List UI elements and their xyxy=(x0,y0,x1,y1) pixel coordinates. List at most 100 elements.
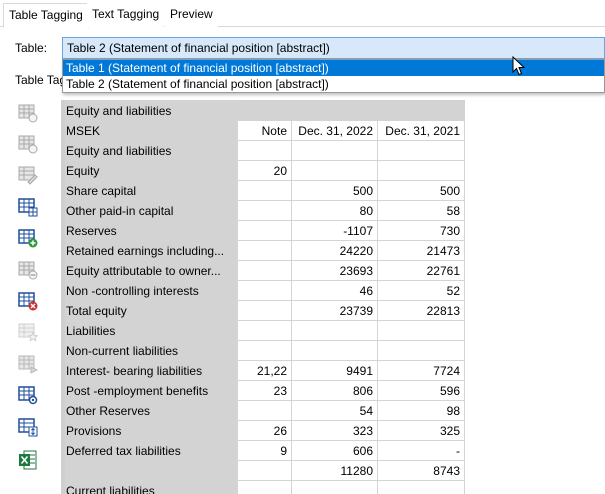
table-cell[interactable]: 54 xyxy=(291,400,378,421)
table-cell[interactable] xyxy=(237,340,292,361)
table-cell[interactable] xyxy=(237,240,292,261)
table-delete-icon xyxy=(18,292,38,311)
table-cell[interactable] xyxy=(237,300,292,321)
table-cell[interactable] xyxy=(377,320,465,341)
table-insert-button[interactable] xyxy=(14,100,42,126)
table-cell[interactable]: 9491 xyxy=(291,360,378,381)
row-label-cell[interactable]: Equity and liabilities xyxy=(61,100,238,121)
table-cell[interactable] xyxy=(377,340,465,361)
table-add-icon xyxy=(18,229,38,248)
table-cell[interactable]: 21,22 xyxy=(237,360,292,381)
table-cell[interactable]: 23739 xyxy=(291,300,378,321)
table-cell[interactable]: Dec. 31, 2022 xyxy=(291,120,378,141)
table-cell[interactable] xyxy=(237,280,292,301)
table-cell[interactable] xyxy=(377,140,465,161)
table-edit-button[interactable] xyxy=(14,162,42,188)
table-cell[interactable] xyxy=(237,480,292,494)
table-add-button[interactable] xyxy=(14,225,42,251)
row-label-cell[interactable]: Deferred tax liabilities xyxy=(61,440,238,461)
table-cell[interactable]: 11280 xyxy=(291,460,378,481)
table-cell[interactable]: 500 xyxy=(377,180,465,201)
table-cell[interactable]: 46 xyxy=(291,280,378,301)
row-label-cell[interactable]: Equity and liabilities xyxy=(61,140,238,161)
table-cell[interactable]: 24220 xyxy=(291,240,378,261)
table-cell[interactable]: 596 xyxy=(377,380,465,401)
row-label-cell[interactable]: Post -employment benefits xyxy=(61,380,238,401)
table-cell[interactable]: 21473 xyxy=(377,240,465,261)
table-cell[interactable] xyxy=(291,160,378,181)
table-cell[interactable] xyxy=(291,100,378,121)
row-label-cell[interactable]: Non -controlling interests xyxy=(61,280,238,301)
table-gear-button[interactable] xyxy=(14,382,42,408)
table-cell[interactable]: 98 xyxy=(377,400,465,421)
export-excel-button[interactable] xyxy=(14,447,42,473)
row-label-cell[interactable]: Other paid-in capital xyxy=(61,200,238,221)
table-cell[interactable] xyxy=(377,100,465,121)
table-cell[interactable]: 730 xyxy=(377,220,465,241)
table-cell[interactable] xyxy=(237,180,292,201)
table-cell[interactable]: 22761 xyxy=(377,260,465,281)
table-cell[interactable] xyxy=(291,480,378,494)
table-settings-button[interactable] xyxy=(14,131,42,157)
table-row: Equity 20 xyxy=(61,160,465,181)
table-sort-button[interactable] xyxy=(14,414,42,440)
table-cell[interactable]: 7724 xyxy=(377,360,465,381)
table-cell[interactable]: 9 xyxy=(237,440,292,461)
table-cell[interactable]: 323 xyxy=(291,420,378,441)
row-label-cell[interactable]: Equity attributable to owner... xyxy=(61,260,238,281)
table-cell[interactable] xyxy=(377,480,465,494)
table-grid-button[interactable] xyxy=(14,194,42,220)
table-cell[interactable]: 325 xyxy=(377,420,465,441)
table-edit-icon xyxy=(18,166,38,185)
row-label-cell[interactable]: Interest- bearing liabilities xyxy=(61,360,238,381)
row-label-cell[interactable]: Total equity xyxy=(61,300,238,321)
table-cell[interactable]: 58 xyxy=(377,200,465,221)
table-cell[interactable]: 806 xyxy=(291,380,378,401)
table-cell[interactable] xyxy=(291,140,378,161)
row-label-cell[interactable]: Liabilities xyxy=(61,320,238,341)
table-cell[interactable] xyxy=(237,320,292,341)
table-cell[interactable]: 26 xyxy=(237,420,292,441)
table-cell[interactable]: - xyxy=(377,440,465,461)
row-label-cell[interactable]: Share capital xyxy=(61,180,238,201)
row-label-cell[interactable]: Retained earnings including... xyxy=(61,240,238,261)
table-cell[interactable]: Dec. 31, 2021 xyxy=(377,120,465,141)
table-cell[interactable] xyxy=(237,100,292,121)
row-label-cell[interactable]: Provisions xyxy=(61,420,238,441)
table-cell[interactable] xyxy=(291,320,378,341)
table-cell[interactable]: 80 xyxy=(291,200,378,221)
table-cell[interactable] xyxy=(237,220,292,241)
table-cell[interactable] xyxy=(237,260,292,281)
table-cell[interactable]: 23 xyxy=(237,380,292,401)
table-cell[interactable]: 52 xyxy=(377,280,465,301)
row-label-cell[interactable] xyxy=(61,460,238,481)
tab-text-tagging[interactable]: Text Tagging xyxy=(87,3,165,27)
table-delete-button[interactable] xyxy=(14,288,42,314)
table-star-button[interactable] xyxy=(14,319,42,345)
table-cell[interactable] xyxy=(237,140,292,161)
table-export-button[interactable] xyxy=(14,351,42,377)
row-label-cell[interactable]: Equity xyxy=(61,160,238,181)
table-option-2[interactable]: Table 2 (Statement of financial position… xyxy=(63,76,604,92)
table-cell[interactable]: 606 xyxy=(291,440,378,461)
row-label-cell[interactable]: Reserves xyxy=(61,220,238,241)
table-cell[interactable] xyxy=(237,400,292,421)
table-cell[interactable]: 22813 xyxy=(377,300,465,321)
table-cell[interactable]: Note xyxy=(237,120,292,141)
table-cell[interactable]: 8743 xyxy=(377,460,465,481)
table-cell[interactable] xyxy=(377,160,465,181)
row-label-cell[interactable]: Other Reserves xyxy=(61,400,238,421)
row-label-cell[interactable]: Current liabilities xyxy=(61,480,238,494)
table-cell[interactable]: 23693 xyxy=(291,260,378,281)
table-cell[interactable] xyxy=(237,460,292,481)
table-cell[interactable] xyxy=(237,200,292,221)
table-cell[interactable]: 500 xyxy=(291,180,378,201)
table-cell[interactable]: -1107 xyxy=(291,220,378,241)
tab-preview[interactable]: Preview xyxy=(165,3,218,27)
table-remove-button[interactable] xyxy=(14,257,42,283)
table-cell[interactable]: 20 xyxy=(237,160,292,181)
table-cell[interactable] xyxy=(291,340,378,361)
row-label-cell[interactable]: Non-current liabilities xyxy=(61,340,238,361)
tab-table-tagging[interactable]: Table Tagging xyxy=(3,3,89,28)
row-label-cell[interactable]: MSEK xyxy=(61,120,238,141)
